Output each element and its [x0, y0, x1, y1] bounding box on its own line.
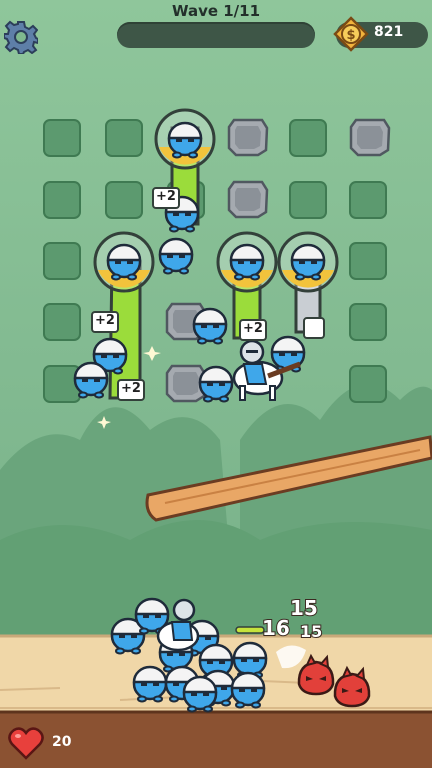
grid-cell[interactable] [349, 303, 387, 341]
grid-cell[interactable] [43, 181, 81, 219]
lives-value: 20 [52, 734, 72, 750]
grid-cell[interactable] [43, 303, 81, 341]
bonus-label: +2 [156, 189, 176, 204]
damage-number: 15 [299, 621, 323, 642]
grid-cell[interactable] [43, 119, 81, 157]
grid-cell[interactable] [105, 181, 143, 219]
coin-value: 821 [374, 24, 404, 40]
bonus-label: +2 [243, 321, 263, 336]
grid-cell[interactable] [105, 119, 143, 157]
top-hud: Wave 1/11 $ 821 [0, 0, 432, 70]
ally-health-bar [235, 626, 265, 634]
wave-label: Wave 1/11 [171, 2, 261, 20]
gear-icon[interactable] [4, 20, 38, 54]
game-scene [0, 0, 432, 768]
hill-silhouette [0, 520, 432, 640]
stone-block [227, 180, 269, 219]
heart-icon [8, 727, 44, 760]
grid-cell[interactable] [43, 242, 81, 280]
grid-cell[interactable] [349, 365, 387, 403]
damage-number: 15 [289, 595, 319, 621]
bonus-label: +2 [121, 381, 141, 396]
stone-block [227, 118, 269, 157]
grid-cell[interactable] [349, 181, 387, 219]
wave-progress-bar [117, 22, 315, 48]
coin-symbol: $ [346, 28, 355, 43]
grid-cell[interactable] [289, 181, 327, 219]
damage-number: 16 [261, 615, 291, 641]
bonus-label: +2 [95, 313, 115, 328]
grid-cell[interactable] [289, 119, 327, 157]
grid-cell[interactable] [349, 242, 387, 280]
coin-icon: $ [333, 16, 369, 52]
stone-block [349, 118, 391, 157]
